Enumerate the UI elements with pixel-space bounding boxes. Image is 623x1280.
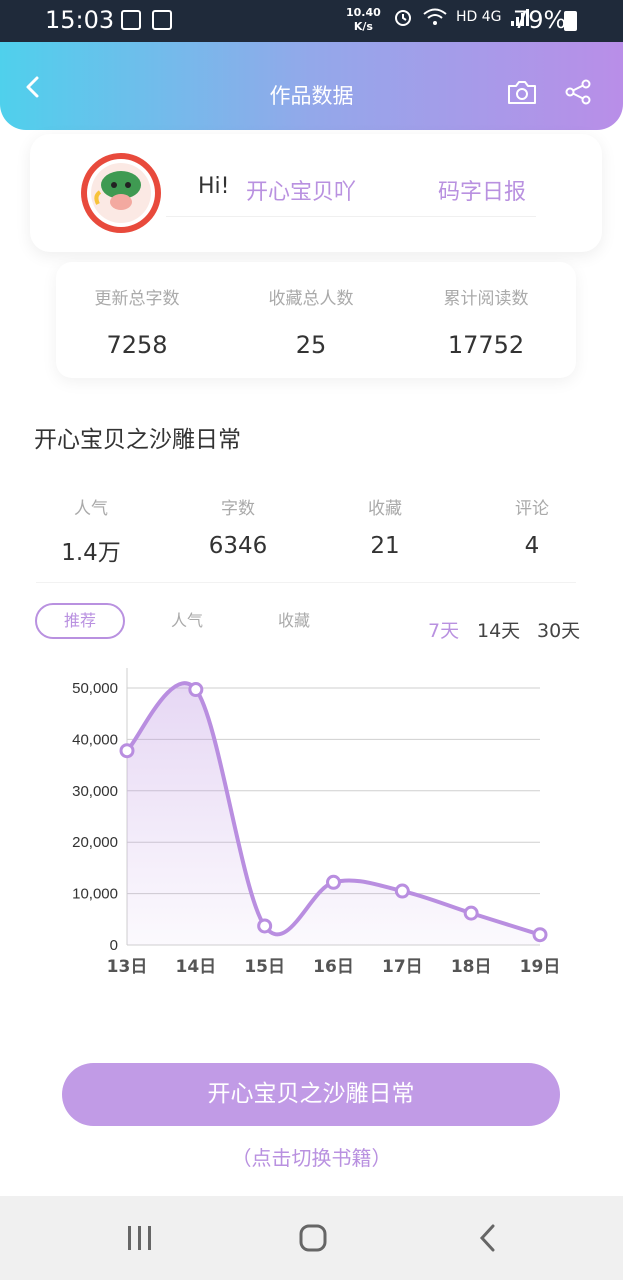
metric-comments: 评论 4 bbox=[472, 494, 592, 559]
x-tick-label: 13日 bbox=[107, 957, 148, 977]
camera-icon[interactable] bbox=[506, 78, 538, 106]
metric-popularity: 人气 1.4万 bbox=[31, 494, 151, 567]
divider bbox=[36, 582, 576, 583]
metric-words: 字数 6346 bbox=[178, 494, 298, 559]
share-icon[interactable] bbox=[564, 78, 592, 106]
data-point bbox=[532, 927, 548, 943]
app-header: 作品数据 bbox=[0, 42, 623, 130]
network-speed: 10.40 K/s bbox=[346, 6, 381, 34]
stat-label: 累计阅读数 bbox=[443, 289, 529, 309]
x-tick-label: 17日 bbox=[382, 957, 423, 977]
network-tags: HD 4G bbox=[456, 9, 502, 25]
y-tick-label: 10,000 bbox=[72, 886, 118, 903]
x-tick-label: 14日 bbox=[175, 957, 216, 977]
metric-label: 字数 bbox=[221, 499, 255, 519]
alarm-icon bbox=[395, 10, 411, 26]
y-tick-label: 40,000 bbox=[72, 731, 118, 748]
greeting: Hi! bbox=[198, 174, 230, 199]
totals-card: 更新总字数 7258 收藏总人数 25 累计阅读数 17752 bbox=[56, 262, 576, 378]
stat-total-reads: 累计阅读数 17752 bbox=[401, 284, 571, 359]
stat-value: 7258 bbox=[106, 331, 168, 359]
stat-label: 收藏总人数 bbox=[268, 289, 354, 309]
metric-value: 4 bbox=[524, 533, 540, 559]
tab-favorites[interactable]: 收藏 bbox=[249, 603, 339, 639]
x-tick-label: 19日 bbox=[520, 957, 561, 977]
recent-apps-icon[interactable] bbox=[120, 1218, 160, 1258]
wifi-icon bbox=[423, 8, 447, 25]
trend-chart: 0 10,000 20,000 30,000 40,000 50,000 13日 14日 15日… bbox=[72, 668, 561, 977]
metric-label: 评论 bbox=[515, 499, 549, 519]
metric-label: 收藏 bbox=[368, 499, 402, 519]
stat-value: 25 bbox=[295, 331, 327, 359]
series-area bbox=[127, 683, 540, 945]
network-speed-unit: K/s bbox=[353, 20, 373, 33]
data-point bbox=[188, 682, 204, 698]
avatar-image[interactable] bbox=[80, 152, 162, 234]
system-nav-bar bbox=[0, 1196, 623, 1280]
status-time: 15:03 bbox=[45, 6, 115, 34]
divider bbox=[166, 216, 536, 217]
x-tick-label: 15日 bbox=[244, 957, 285, 977]
data-point bbox=[119, 743, 135, 759]
metric-label: 人气 bbox=[74, 499, 108, 519]
stat-label: 更新总字数 bbox=[94, 289, 180, 309]
status-icons: HD 4G bbox=[392, 6, 530, 28]
stat-value: 17752 bbox=[447, 331, 525, 359]
daily-report-link[interactable]: 码字日报 bbox=[438, 174, 526, 206]
battery-percent: 79% bbox=[513, 6, 567, 34]
home-icon[interactable] bbox=[293, 1218, 333, 1258]
tab-recommend[interactable]: 推荐 bbox=[35, 603, 125, 639]
metric-value: 21 bbox=[370, 533, 400, 559]
battery-icon bbox=[564, 11, 577, 31]
data-point bbox=[326, 874, 341, 890]
range-14-days[interactable]: 14天 bbox=[477, 616, 520, 643]
range-7-days[interactable]: 7天 bbox=[428, 616, 459, 643]
image-icon bbox=[121, 10, 141, 30]
record-icon bbox=[152, 10, 172, 30]
username[interactable]: 开心宝贝吖 bbox=[246, 174, 356, 206]
metric-favorites: 收藏 21 bbox=[325, 494, 445, 559]
switch-book-hint[interactable]: （点击切换书籍） bbox=[0, 1142, 623, 1171]
stat-total-favorites: 收藏总人数 25 bbox=[226, 284, 396, 359]
x-tick-label: 16日 bbox=[313, 957, 354, 977]
data-point bbox=[257, 918, 273, 934]
y-tick-label: 30,000 bbox=[72, 783, 118, 800]
user-card: Hi! 开心宝贝吖 码字日报 bbox=[30, 134, 602, 252]
status-bar: 15:03 10.40 K/s HD 4G 79% bbox=[0, 0, 623, 42]
y-tick-label: 20,000 bbox=[72, 834, 118, 851]
stat-total-words: 更新总字数 7258 bbox=[52, 284, 222, 359]
book-title: 开心宝贝之沙雕日常 bbox=[34, 427, 241, 453]
range-30-days[interactable]: 30天 bbox=[537, 616, 580, 643]
y-tick-label: 0 bbox=[110, 937, 118, 954]
x-tick-label: 18日 bbox=[451, 957, 492, 977]
nav-back-icon[interactable] bbox=[468, 1218, 508, 1258]
network-speed-value: 10.40 bbox=[346, 6, 381, 19]
metric-value: 1.4万 bbox=[61, 540, 121, 566]
tab-popularity[interactable]: 人气 bbox=[142, 603, 232, 639]
metric-value: 6346 bbox=[208, 533, 268, 559]
switch-book-button[interactable]: 开心宝贝之沙雕日常 bbox=[62, 1063, 560, 1126]
data-point bbox=[463, 905, 479, 921]
data-point bbox=[394, 883, 410, 899]
y-tick-label: 50,000 bbox=[72, 680, 118, 697]
